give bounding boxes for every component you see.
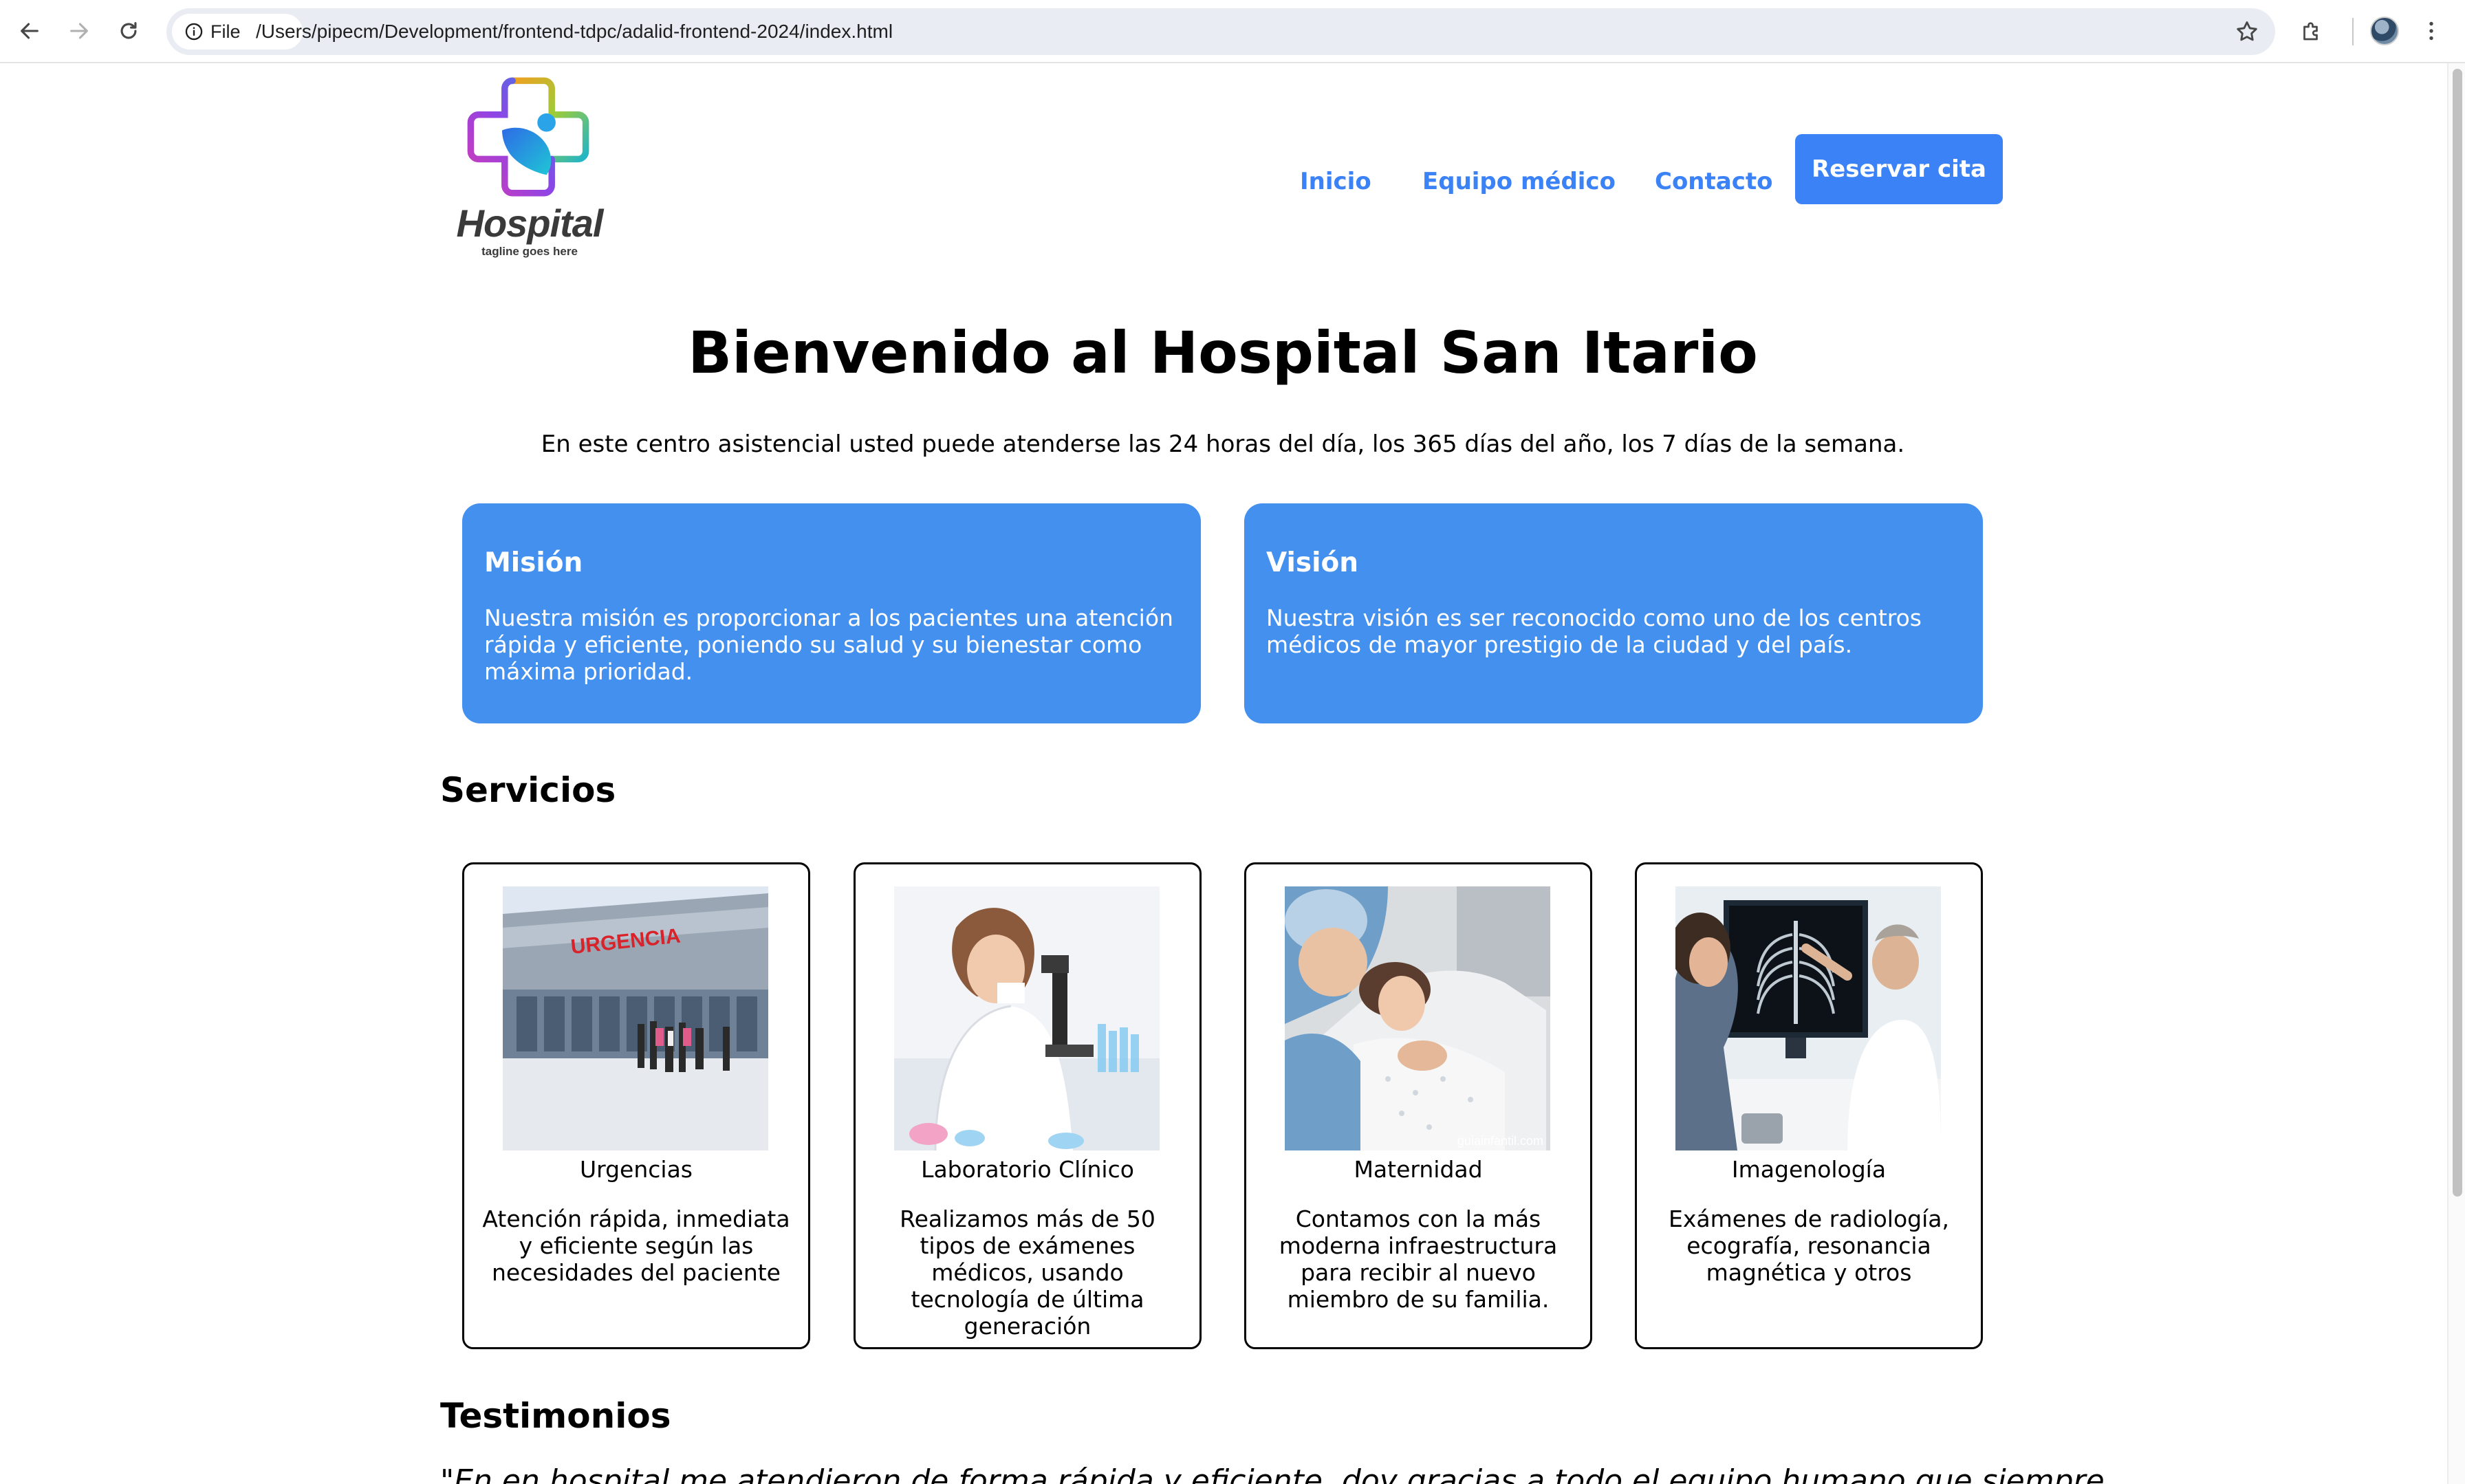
service-card-urgencias: URGENCIA Urgencias Atención rápida, inme… <box>462 862 810 1349</box>
scrollbar-thumb[interactable] <box>2453 69 2462 1197</box>
service-card-laboratorio: Laboratorio Clínico Realizamos más de 50… <box>854 862 1202 1349</box>
extensions-button[interactable] <box>2296 15 2327 47</box>
service-image-imagenologia <box>1675 886 1941 1150</box>
service-description: Realizamos más de 50 tipos de exámenes m… <box>900 1205 1155 1340</box>
mission-title: Misión <box>484 547 583 578</box>
back-button[interactable] <box>12 14 47 48</box>
service-image-laboratorio <box>894 886 1160 1150</box>
web-page: Hospital tagline goes here Inicio Equipo… <box>0 65 2446 1484</box>
service-name: Maternidad <box>1354 1156 1483 1183</box>
browser-toolbar: File /Users/pipecm/Development/frontend-… <box>0 0 2465 63</box>
hero-subtitle: En este centro asistencial usted puede a… <box>541 430 1905 458</box>
logo-tagline: tagline goes here <box>481 245 578 258</box>
service-card-imagenologia: Imagenología Exámenes de radiología, eco… <box>1635 862 1983 1349</box>
hospital-logo[interactable]: Hospital tagline goes here <box>447 73 612 258</box>
browser-menu-button[interactable] <box>2418 15 2445 47</box>
service-image-maternidad: guiainfantil.com <box>1285 886 1550 1150</box>
service-description: Contamos con la más moderna infraestruct… <box>1279 1205 1558 1313</box>
logo-wordmark: Hospital <box>456 201 604 245</box>
service-name: Laboratorio Clínico <box>921 1156 1134 1183</box>
bookmark-star-icon[interactable] <box>2234 19 2260 45</box>
reload-icon <box>120 22 137 39</box>
medical-cross-logo-icon <box>467 77 589 197</box>
vision-text: Nuestra visión es ser reconocido como un… <box>1266 604 1922 658</box>
testimonials-title: Testimonios <box>440 1396 671 1436</box>
vision-card: Visión Nuestra visión es ser reconocido … <box>1244 503 1983 723</box>
mission-card: Misión Nuestra misión es proporcionar a … <box>462 503 1201 723</box>
info-icon <box>185 23 203 41</box>
nav-link-inicio[interactable]: Inicio <box>1300 168 1371 195</box>
testimonial-quote: "En en hospital me atendieron de forma r… <box>440 1463 2105 1484</box>
toolbar-divider <box>2352 18 2354 45</box>
address-bar[interactable]: File /Users/pipecm/Development/frontend-… <box>166 8 2275 55</box>
vision-title: Visión <box>1266 547 1359 578</box>
forward-button[interactable] <box>62 14 96 48</box>
page-scrollbar[interactable] <box>2447 63 2465 1484</box>
forward-arrow-icon <box>70 23 88 39</box>
site-chip-label: File <box>210 21 241 42</box>
service-description: Atención rápida, inmediata y eficiente s… <box>482 1205 790 1286</box>
service-name: Imagenología <box>1731 1156 1887 1183</box>
service-name: Urgencias <box>579 1156 693 1183</box>
back-arrow-icon <box>21 23 39 39</box>
reserve-appointment-button[interactable]: Reservar cita <box>1795 134 2003 204</box>
url-text[interactable]: /Users/pipecm/Development/frontend-tdpc/… <box>256 8 893 55</box>
image-watermark: guiainfantil.com <box>1457 1134 1543 1148</box>
nav-link-contacto[interactable]: Contacto <box>1655 168 1772 195</box>
profile-avatar[interactable] <box>2370 17 2399 45</box>
service-description: Exámenes de radiología, ecografía, reson… <box>1669 1205 1949 1286</box>
services-title: Servicios <box>440 770 616 810</box>
mission-text: Nuestra misión es proporcionar a los pac… <box>484 604 1173 685</box>
page-title: Bienvenido al Hospital San Itario <box>688 319 1758 386</box>
reload-button[interactable] <box>111 14 146 48</box>
kebab-menu-icon <box>2429 21 2433 41</box>
service-card-maternidad: guiainfantil.com Maternidad Contamos con… <box>1244 862 1592 1349</box>
nav-link-equipo-medico[interactable]: Equipo médico <box>1422 168 1616 195</box>
puzzle-icon <box>2303 22 2318 41</box>
service-image-urgencias: URGENCIA <box>503 886 768 1150</box>
